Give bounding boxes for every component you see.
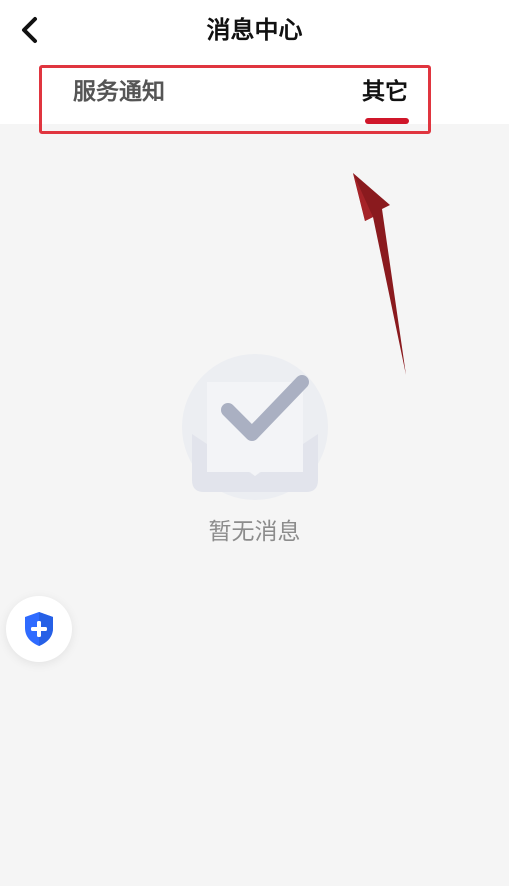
annotation-arrow-icon: [353, 173, 406, 375]
shield-plus-icon: [25, 612, 53, 646]
tab-other[interactable]: 其它: [362, 74, 408, 110]
tab-service-notifications[interactable]: 服务通知: [73, 74, 165, 110]
security-shield-button[interactable]: [6, 596, 72, 662]
page-title: 消息中心: [206, 16, 303, 44]
checkmark-envelope-icon: [182, 354, 328, 500]
tab-bar: 服务通知 其它: [0, 62, 509, 124]
active-tab-indicator: [365, 118, 409, 124]
empty-state-text: 暂无消息: [208, 519, 301, 545]
empty-state-illustration: [180, 352, 330, 502]
